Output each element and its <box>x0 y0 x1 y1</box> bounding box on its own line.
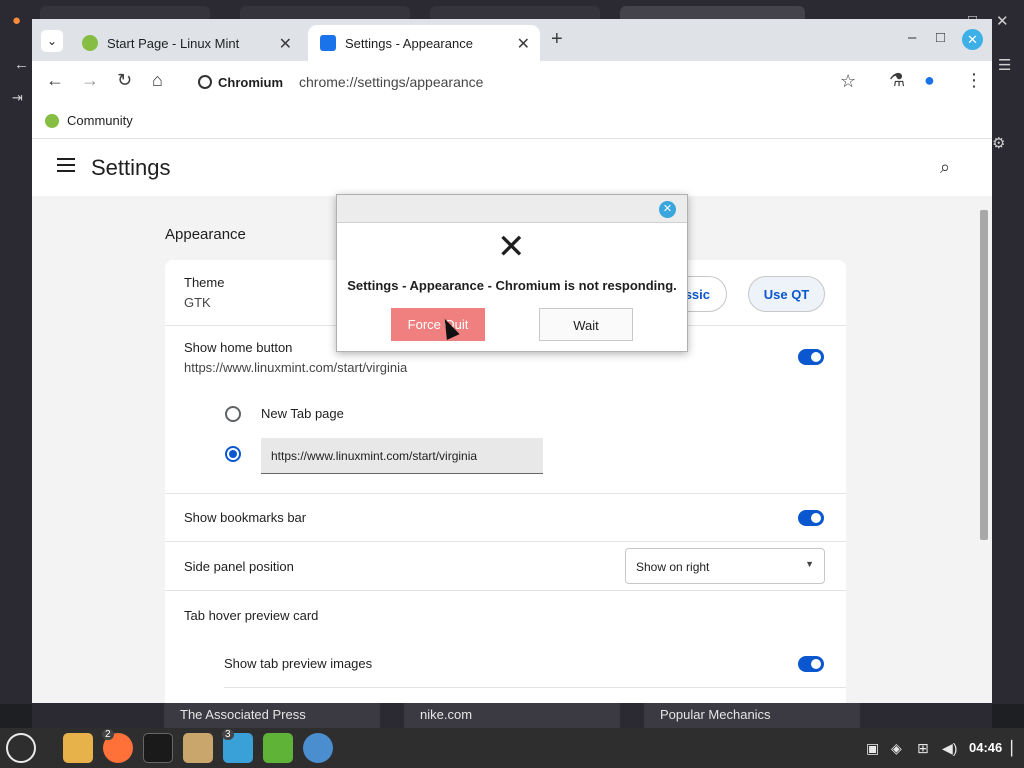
signin-icon[interactable]: ⇥ <box>12 90 23 106</box>
network-icon[interactable]: ⊞ <box>917 740 929 757</box>
close-icon[interactable]: ✕ <box>659 201 676 218</box>
dialog-titlebar: ✕ <box>337 195 687 223</box>
url-text: chrome://settings/appearance <box>299 74 484 90</box>
bookmark-community[interactable]: Community <box>67 113 133 128</box>
dropdown-arrow-icon: ▼ <box>805 559 814 569</box>
gear-icon[interactable]: ⚙ <box>992 134 1005 152</box>
shield-icon[interactable] <box>263 733 293 763</box>
show-desktop-button[interactable]: ▏ <box>1011 740 1022 757</box>
close-icon[interactable]: ✕ <box>996 12 1009 30</box>
theme-value: GTK <box>184 295 211 310</box>
shortcut-tile[interactable]: The Associated Press <box>164 703 380 728</box>
address-bar[interactable]: Chromium chrome://settings/appearance ☆ <box>188 66 868 98</box>
divider <box>165 541 846 542</box>
window-close-button[interactable]: ✕ <box>962 29 983 50</box>
background-window-left: ← ⇥ <box>0 44 32 704</box>
dialog-message: Settings - Appearance - Chromium is not … <box>347 278 677 293</box>
clock[interactable]: 04:46 <box>969 740 1002 755</box>
back-icon[interactable]: ← <box>14 56 29 73</box>
error-icon: ✕ <box>497 228 526 266</box>
radio-custom-url[interactable] <box>225 446 241 462</box>
forward-button[interactable]: → <box>81 70 99 91</box>
archive-icon[interactable] <box>183 733 213 763</box>
theme-label: Theme <box>184 275 225 290</box>
tab-hover-label: Tab hover preview card <box>184 608 319 623</box>
settings-header: Settings ⌕ <box>32 140 992 196</box>
bookmarks-bar-label: Show bookmarks bar <box>184 510 307 525</box>
mint-menu-icon[interactable] <box>6 733 36 763</box>
side-panel-value: Show on right <box>636 560 710 574</box>
tab-strip: ⌄ Start Page - Linux Mint ✕ Settings - A… <box>32 19 992 61</box>
bookmarks-bar-toggle[interactable] <box>798 510 824 526</box>
tab-title: Settings - Appearance <box>345 35 473 51</box>
labs-icon[interactable]: ⚗ <box>889 70 905 91</box>
divider <box>224 687 846 688</box>
tab-start-page[interactable]: Start Page - Linux Mint ✕ <box>70 25 302 61</box>
radio-new-tab[interactable] <box>225 406 241 422</box>
home-button[interactable]: ⌂ <box>152 70 163 91</box>
home-button-url: https://www.linuxmint.com/start/virginia <box>184 360 408 375</box>
close-icon[interactable]: ✕ <box>279 34 292 54</box>
star-icon[interactable]: ☆ <box>840 71 856 92</box>
clipboard-icon[interactable]: ▣ <box>866 740 879 757</box>
terminal-icon[interactable] <box>143 733 173 763</box>
home-url-input[interactable]: https://www.linuxmint.com/start/virginia <box>261 438 543 474</box>
tab-title: Start Page - Linux Mint <box>107 35 240 51</box>
section-title: Appearance <box>165 226 246 243</box>
mint-icon <box>82 35 98 51</box>
toolbar: ← → ↻ ⌂ Chromium chrome://settings/appea… <box>32 61 992 103</box>
firefox-icon: ● <box>12 12 22 29</box>
volume-icon[interactable]: ◀) <box>942 740 957 757</box>
bookmarks-bar: Community <box>32 103 992 139</box>
origin-label: Chromium <box>218 74 283 90</box>
chromium-icon[interactable] <box>303 733 333 763</box>
tab-search-button[interactable]: ⌄ <box>41 30 63 52</box>
mint-icon <box>45 113 59 128</box>
profile-icon[interactable]: ● <box>924 70 935 91</box>
home-button-toggle[interactable] <box>798 349 824 365</box>
divider <box>165 590 846 591</box>
window-count-badge: 3 <box>222 729 234 740</box>
origin-chip[interactable]: Chromium <box>198 75 283 90</box>
maximize-button[interactable]: □ <box>936 29 945 46</box>
taskbar: 2 3 ▣ ◈ ⊞ ◀) 04:46 ▏ <box>0 728 1024 768</box>
chromium-icon <box>198 75 212 89</box>
side-panel-label: Side panel position <box>184 559 294 574</box>
reload-button[interactable]: ↻ <box>117 70 132 91</box>
force-quit-button[interactable]: Force Quit <box>391 308 485 341</box>
tab-preview-label: Show tab preview images <box>224 656 373 671</box>
more-menu-icon[interactable]: ⋮ <box>965 70 983 91</box>
use-qt-button[interactable]: Use QT <box>748 276 825 312</box>
window-count-badge: 2 <box>102 729 114 740</box>
shortcut-tile[interactable]: Popular Mechanics <box>644 703 860 728</box>
search-icon[interactable]: ⌕ <box>940 157 950 178</box>
not-responding-dialog: ✕ ✕ Settings - Appearance - Chromium is … <box>336 194 688 352</box>
scrollbar-thumb[interactable] <box>980 210 988 540</box>
menu-icon[interactable]: ☰ <box>998 56 1011 74</box>
shortcut-tile[interactable]: nike.com <box>404 703 620 728</box>
chromium-window: ⌄ Start Page - Linux Mint ✕ Settings - A… <box>32 19 992 703</box>
new-tab-button[interactable]: + <box>551 28 563 51</box>
page-title: Settings <box>91 155 171 180</box>
tab-settings[interactable]: Settings - Appearance ✕ <box>308 25 540 61</box>
hamburger-icon[interactable] <box>57 158 75 172</box>
home-button-label: Show home button <box>184 340 293 355</box>
back-button[interactable]: ← <box>46 70 64 91</box>
divider <box>165 493 846 494</box>
radio-new-tab-label: New Tab page <box>261 406 344 421</box>
scrollbar[interactable] <box>976 198 992 703</box>
side-panel-select[interactable]: Show on right ▼ <box>625 548 825 584</box>
gear-icon <box>320 35 336 51</box>
shield-tray-icon[interactable]: ◈ <box>891 740 902 757</box>
tab-preview-toggle[interactable] <box>798 656 824 672</box>
files-icon[interactable] <box>63 733 93 763</box>
close-icon[interactable]: ✕ <box>517 34 530 54</box>
minimize-button[interactable]: – <box>908 29 916 46</box>
wait-button[interactable]: Wait <box>539 308 633 341</box>
background-window-right: ☰ ⚙ <box>992 44 1024 704</box>
